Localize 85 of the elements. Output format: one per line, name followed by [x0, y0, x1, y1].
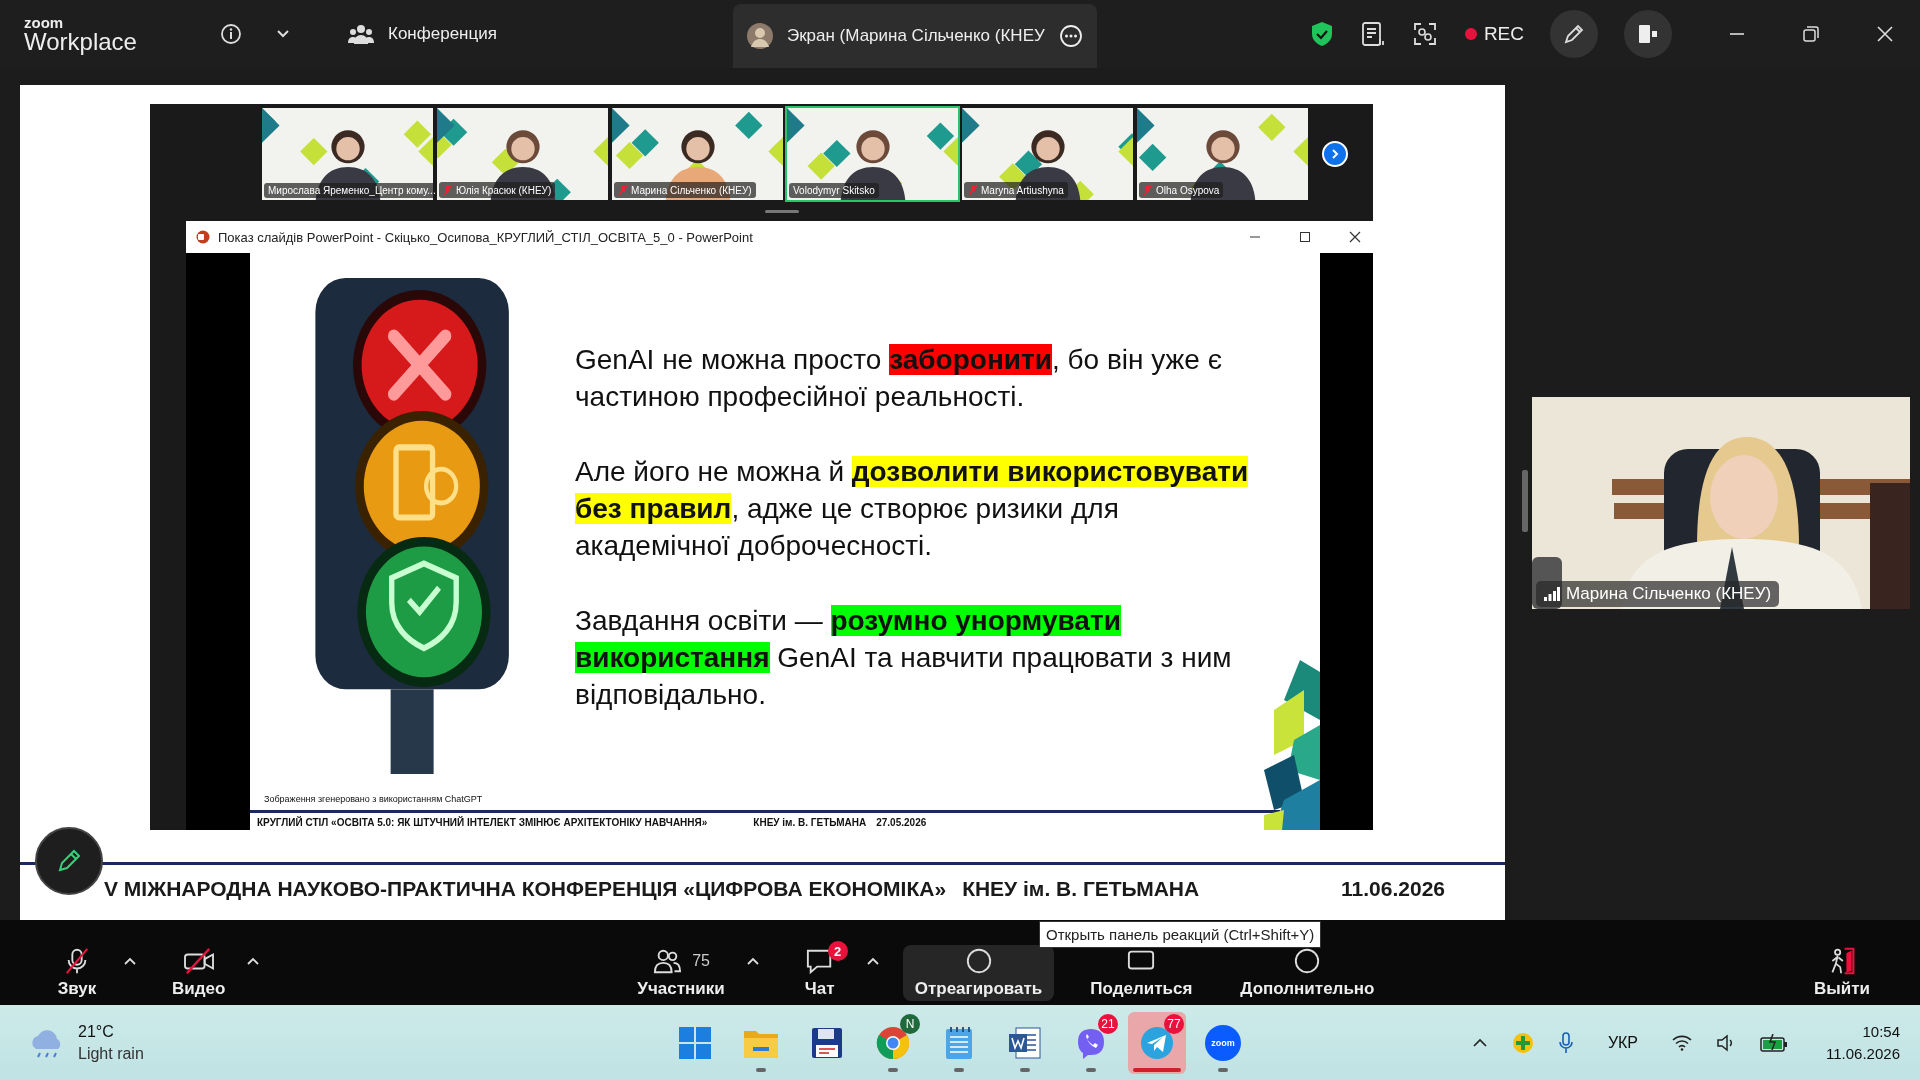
plus-circle-icon[interactable]	[1511, 1031, 1534, 1054]
participant-video[interactable]: Olha Osypova	[1135, 106, 1310, 202]
meeting-title[interactable]: Конференция	[388, 24, 497, 44]
recording-label[interactable]: REC	[1483, 23, 1524, 45]
maximize-icon[interactable]	[1299, 231, 1311, 243]
conference-title: V МІЖНАРОДНА НАУКОВО-ПРАКТИЧНА КОНФЕРЕНЦІЯ «ЦИФРОВА ЕКОНОМІКА»	[104, 877, 947, 901]
speaker-video[interactable]: Марина Сільченко (КНЕУ)	[1532, 397, 1910, 609]
screen-share-tab[interactable]: Экран (Марина Сільченко (КНЕУ	[732, 4, 1097, 68]
slide-paragraph: Але його не можна й дозволити використовувати без правил, адже це створює ризики для академічної доброчесності.	[575, 455, 1250, 563]
chevron-down-icon[interactable]	[276, 29, 290, 39]
participant-name: Юлія Красюк (КНЕУ)	[456, 184, 552, 196]
people-icon	[652, 947, 683, 975]
viber-taskbar-button[interactable]: 21	[1062, 1011, 1120, 1074]
share-button[interactable]: Поделиться	[1078, 945, 1205, 1001]
video-button[interactable]: Видео	[160, 945, 238, 1001]
caret-icon[interactable]	[866, 957, 879, 965]
microphone-icon[interactable]	[1557, 1031, 1574, 1054]
telegram-taskbar-button[interactable]: 77	[1128, 1011, 1186, 1074]
participants-button[interactable]: 75 Участники	[625, 945, 737, 1001]
next-page-button[interactable]	[1322, 141, 1348, 167]
chrome-taskbar-button[interactable]: N	[864, 1011, 922, 1074]
windows-icon	[678, 1025, 712, 1060]
panel-icon	[1636, 22, 1660, 46]
pencil-icon	[1562, 22, 1586, 46]
caret-icon[interactable]	[247, 957, 260, 965]
powerpoint-icon	[196, 230, 210, 244]
speaker-name: Марина Сільченко (КНЕУ)	[1566, 584, 1772, 604]
document-icon	[1008, 1025, 1042, 1060]
participant-count: 75	[692, 952, 710, 970]
chevron-up-icon[interactable]	[1471, 1037, 1488, 1048]
participant-name: Volodymyr Skitsko	[793, 185, 875, 196]
annotate-button[interactable]	[1550, 10, 1598, 58]
zoom-app-icon: zoom	[1205, 1024, 1241, 1061]
participant-name: Maryna Artiushyna	[981, 184, 1064, 196]
notification-badge: N	[900, 1013, 920, 1034]
more-button[interactable]: Дополнительно	[1228, 945, 1387, 1001]
participant-video[interactable]: Мирослава Яременко_Центр кому...	[260, 106, 435, 202]
footer-organization: КНЕУ ім. В. ГЕТЬМАНА	[753, 817, 867, 828]
restore-icon[interactable]	[1802, 25, 1820, 43]
participant-video[interactable]: Марина Сільченко (КНЕУ)	[610, 106, 785, 202]
scan-icon[interactable]	[1411, 21, 1438, 47]
audio-button[interactable]: Звук	[40, 945, 114, 1001]
participant-video[interactable]: Volodymyr Skitsko	[785, 106, 960, 202]
participant-name: Мирослава Яременко_Центр кому...	[268, 185, 436, 196]
footer-date: 27.05.2026	[876, 817, 927, 828]
participant-video[interactable]: Maryna Artiushyna	[960, 106, 1135, 202]
participant-video[interactable]: Юлія Красюк (КНЕУ)	[435, 106, 610, 202]
chevron-right-icon	[1329, 148, 1341, 160]
react-button[interactable]: Отреагировать	[902, 945, 1055, 1001]
caret-icon[interactable]	[124, 957, 136, 965]
language-indicator[interactable]: УКР	[1607, 1033, 1639, 1052]
clock-time[interactable]: 10:54	[1862, 1020, 1900, 1043]
avatar-icon	[746, 23, 773, 49]
signal-icon	[1544, 587, 1560, 601]
slide-paragraph: GenAI не можна просто заборонити, бо він уже є частиною професійної реальності.	[575, 343, 1223, 414]
notification-badge: 77	[1164, 1013, 1184, 1034]
image-caption: Зображення згенеровано з використанням ChatGPT	[264, 794, 484, 804]
window-title: Показ слайдів PowerPoint - Скіцько_Осипова_КРУГЛИЙ_СТІЛ_ОСВІТА_5_0 - PowerPoint	[218, 229, 753, 245]
organization-name: КНЕУ ім. В. ГЕТЬМАНА	[962, 877, 1200, 901]
footer-title: КРУГЛИЙ СТІЛ «ОСВІТА 5.0: ЯК ШТУЧНИЙ ІНТЕЛЕКТ ЗМІНЮЄ АРХІТЕКТОНІКУ НАВЧАННЯ»	[257, 817, 708, 828]
notes-icon[interactable]	[1359, 21, 1386, 47]
battery-charging-icon[interactable]	[1760, 1033, 1789, 1052]
participant-name: Марина Сільченко (КНЕУ)	[631, 184, 752, 196]
record-dot-icon	[1463, 27, 1478, 41]
info-icon[interactable]	[220, 23, 242, 45]
people-icon	[348, 23, 374, 45]
weather-condition: Light rain	[78, 1043, 144, 1064]
unread-badge: 2	[827, 941, 848, 961]
caret-icon[interactable]	[746, 957, 759, 965]
leave-button[interactable]: Выйти	[1801, 945, 1882, 1001]
app-logo: Workplace	[24, 29, 138, 54]
tooltip: Открыть панель реакций (Ctrl+Shift+Y)	[1039, 921, 1322, 948]
shield-check-icon[interactable]	[1309, 21, 1334, 47]
zoom-taskbar-button[interactable]: zoom	[1194, 1011, 1252, 1074]
view-button[interactable]	[1624, 10, 1672, 58]
conference-date: 11.06.2026	[1341, 877, 1445, 901]
participant-name: Olha Osypova	[1156, 184, 1220, 196]
wifi-icon[interactable]	[1672, 1034, 1693, 1051]
clock-date[interactable]: 11.06.2026	[1826, 1042, 1900, 1065]
logo-subtitle: zoom	[24, 14, 65, 30]
close-icon[interactable]	[1349, 231, 1361, 243]
notepad-icon	[944, 1025, 974, 1060]
slide-paragraph: Завдання освіти — розумно унормувати використання GenAI та навчити працювати з ним відповідально.	[575, 604, 1233, 712]
notification-badge: 21	[1098, 1013, 1118, 1034]
temperature: 21°C	[78, 1021, 115, 1042]
